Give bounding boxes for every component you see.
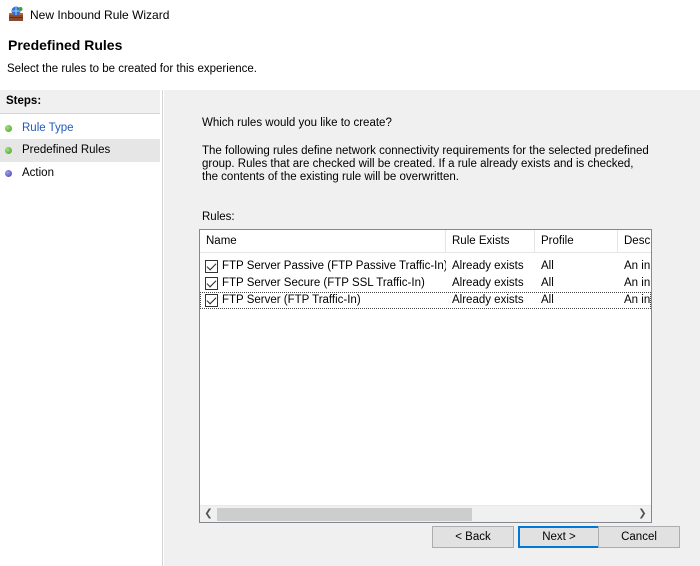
step-label: Action <box>22 167 54 179</box>
description-text: The following rules define network conne… <box>202 145 649 183</box>
rule-name: FTP Server Passive (FTP Passive Traffic-… <box>222 260 446 272</box>
wizard-content: Which rules would you like to create? Th… <box>164 90 700 566</box>
horizontal-scrollbar[interactable]: ❮ ❯ <box>200 505 651 522</box>
step-complete-icon <box>5 147 12 154</box>
rule-name: FTP Server Secure (FTP SSL Traffic-In) <box>222 277 425 289</box>
step-pending-icon <box>5 170 12 177</box>
rule-profile: All <box>541 294 554 306</box>
step-complete-icon <box>5 125 12 132</box>
wizard-header: Predefined Rules Select the rules to be … <box>0 30 700 88</box>
window-title: New Inbound Rule Wizard <box>30 8 170 22</box>
rule-checkbox[interactable] <box>205 294 218 307</box>
rules-list[interactable]: Name Rule Exists Profile Desc FTP Server… <box>199 229 652 523</box>
rule-name: FTP Server (FTP Traffic-In) <box>222 294 361 306</box>
rule-checkbox[interactable] <box>205 277 218 290</box>
rule-description: An in <box>624 277 651 289</box>
step-predefined-rules: Predefined Rules <box>0 139 160 162</box>
column-header-description[interactable]: Desc <box>618 230 651 253</box>
page-title: Predefined Rules <box>8 37 123 53</box>
rule-checkbox[interactable] <box>205 260 218 273</box>
firewall-wizard-icon <box>9 6 23 21</box>
column-header-name[interactable]: Name <box>200 230 446 253</box>
step-rule-type[interactable]: Rule Type <box>0 117 160 140</box>
table-row[interactable]: FTP Server (FTP Traffic-In) Already exis… <box>200 292 651 309</box>
scroll-left-icon[interactable]: ❮ <box>200 506 217 522</box>
next-button[interactable]: Next > <box>518 526 600 548</box>
rule-exists: Already exists <box>452 277 524 289</box>
column-header-profile[interactable]: Profile <box>535 230 618 253</box>
scroll-thumb[interactable] <box>217 508 472 521</box>
title-bar: New Inbound Rule Wizard <box>0 0 700 30</box>
rule-description: An in <box>624 260 651 272</box>
table-row[interactable]: FTP Server Secure (FTP SSL Traffic-In) A… <box>200 275 651 292</box>
list-header: Name Rule Exists Profile Desc <box>200 230 651 253</box>
rule-description: An in <box>624 294 651 306</box>
rules-label: Rules: <box>202 211 235 223</box>
step-label: Predefined Rules <box>22 144 111 156</box>
cancel-button[interactable]: Cancel <box>598 526 680 548</box>
table-row[interactable]: FTP Server Passive (FTP Passive Traffic-… <box>200 258 651 275</box>
page-subtitle: Select the rules to be created for this … <box>7 63 257 75</box>
steps-panel: Steps: Rule Type Predefined Rules Action <box>0 90 163 566</box>
steps-heading: Steps: <box>0 90 160 114</box>
rule-profile: All <box>541 260 554 272</box>
rule-exists: Already exists <box>452 260 524 272</box>
question-text: Which rules would you like to create? <box>202 117 392 129</box>
scroll-right-icon[interactable]: ❯ <box>634 506 651 522</box>
rule-profile: All <box>541 277 554 289</box>
back-button[interactable]: < Back <box>432 526 514 548</box>
rule-exists: Already exists <box>452 294 524 306</box>
step-action: Action <box>0 162 160 185</box>
column-header-rule-exists[interactable]: Rule Exists <box>446 230 535 253</box>
step-label: Rule Type <box>22 122 74 134</box>
